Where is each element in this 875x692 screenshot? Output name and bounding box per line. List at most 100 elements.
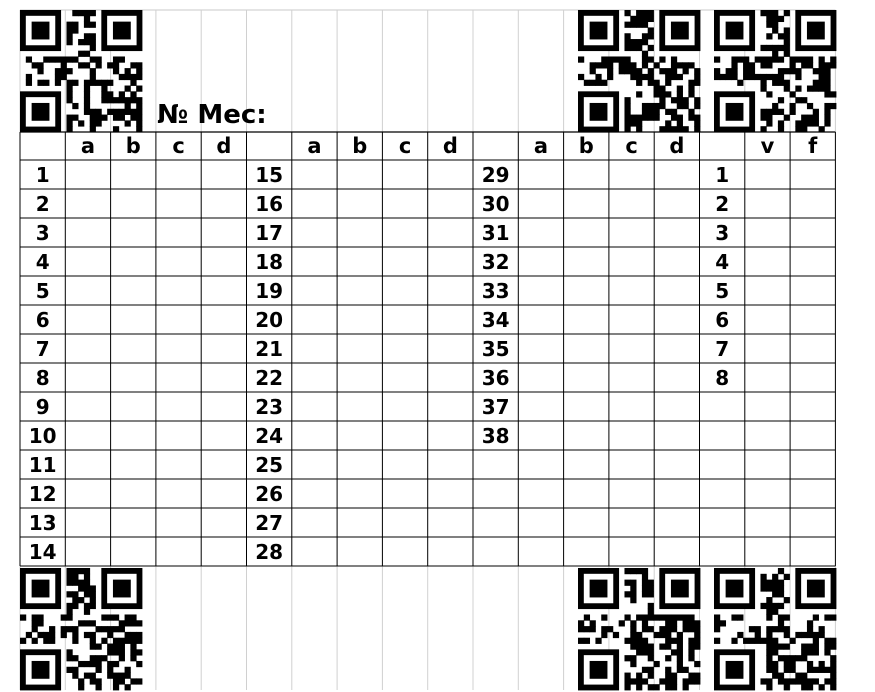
answer-cell[interactable] [157,248,200,275]
answer-cell[interactable] [429,538,472,565]
answer-cell[interactable] [293,277,336,304]
answer-cell[interactable] [293,190,336,217]
answer-cell[interactable] [293,538,336,565]
answer-cell[interactable] [66,190,109,217]
answer-cell[interactable] [565,190,608,217]
answer-cell[interactable] [338,190,381,217]
answer-cell[interactable] [202,480,245,507]
answer-cell[interactable] [202,422,245,449]
answer-cell[interactable] [429,248,472,275]
answer-cell[interactable] [202,248,245,275]
answer-cell[interactable] [383,509,426,536]
answer-cell[interactable] [293,422,336,449]
answer-cell[interactable] [338,161,381,188]
answer-cell[interactable] [66,364,109,391]
answer-cell[interactable] [565,277,608,304]
answer-cell[interactable] [519,422,562,449]
answer-cell[interactable] [157,393,200,420]
answer-cell[interactable] [610,393,653,420]
answer-cell[interactable] [655,277,698,304]
answer-cell[interactable] [519,161,562,188]
answer-cell[interactable] [66,538,109,565]
answer-cell[interactable] [66,393,109,420]
answer-cell[interactable] [383,306,426,333]
answer-cell[interactable] [338,480,381,507]
answer-cell[interactable] [746,277,789,304]
answer-cell[interactable] [157,364,200,391]
answer-cell[interactable] [746,364,789,391]
answer-cell[interactable] [66,248,109,275]
answer-cell[interactable] [429,480,472,507]
answer-cell[interactable] [610,190,653,217]
answer-cell[interactable] [429,509,472,536]
answer-cell[interactable] [791,248,834,275]
answer-cell[interactable] [610,277,653,304]
answer-cell[interactable] [565,306,608,333]
answer-cell[interactable] [157,335,200,362]
answer-cell[interactable] [519,190,562,217]
answer-cell[interactable] [655,306,698,333]
answer-cell[interactable] [383,393,426,420]
answer-cell[interactable] [157,161,200,188]
answer-cell[interactable] [293,393,336,420]
answer-cell[interactable] [338,277,381,304]
answer-cell[interactable] [293,306,336,333]
answer-cell[interactable] [565,219,608,246]
answer-cell[interactable] [338,219,381,246]
answer-cell[interactable] [202,538,245,565]
answer-cell[interactable] [202,364,245,391]
answer-cell[interactable] [157,480,200,507]
answer-cell[interactable] [655,335,698,362]
answer-cell[interactable] [66,509,109,536]
answer-cell[interactable] [791,335,834,362]
answer-cell[interactable] [610,161,653,188]
answer-cell[interactable] [383,335,426,362]
answer-cell[interactable] [112,219,155,246]
answer-cell[interactable] [112,480,155,507]
answer-cell[interactable] [746,219,789,246]
answer-cell[interactable] [202,306,245,333]
answer-cell[interactable] [338,248,381,275]
answer-cell[interactable] [655,364,698,391]
answer-cell[interactable] [746,335,789,362]
answer-cell[interactable] [519,335,562,362]
answer-cell[interactable] [746,248,789,275]
answer-cell[interactable] [565,161,608,188]
answer-cell[interactable] [519,306,562,333]
answer-cell[interactable] [202,219,245,246]
answer-cell[interactable] [610,248,653,275]
answer-cell[interactable] [66,306,109,333]
answer-cell[interactable] [157,277,200,304]
answer-cell[interactable] [112,306,155,333]
answer-cell[interactable] [429,190,472,217]
answer-cell[interactable] [66,161,109,188]
answer-cell[interactable] [157,509,200,536]
answer-cell[interactable] [610,306,653,333]
answer-cell[interactable] [293,480,336,507]
answer-cell[interactable] [610,364,653,391]
answer-cell[interactable] [202,335,245,362]
answer-cell[interactable] [383,161,426,188]
answer-cell[interactable] [157,538,200,565]
answer-cell[interactable] [565,393,608,420]
answer-cell[interactable] [565,422,608,449]
answer-cell[interactable] [565,248,608,275]
answer-cell[interactable] [565,364,608,391]
answer-cell[interactable] [519,219,562,246]
answer-cell[interactable] [519,364,562,391]
answer-cell[interactable] [429,161,472,188]
answer-cell[interactable] [338,538,381,565]
answer-cell[interactable] [293,161,336,188]
answer-cell[interactable] [202,393,245,420]
answer-cell[interactable] [112,393,155,420]
answer-cell[interactable] [157,219,200,246]
answer-cell[interactable] [791,219,834,246]
answer-cell[interactable] [293,451,336,478]
answer-cell[interactable] [293,509,336,536]
answer-cell[interactable] [112,538,155,565]
answer-cell[interactable] [338,364,381,391]
answer-cell[interactable] [112,161,155,188]
answer-cell[interactable] [112,364,155,391]
answer-cell[interactable] [429,422,472,449]
answer-cell[interactable] [157,190,200,217]
